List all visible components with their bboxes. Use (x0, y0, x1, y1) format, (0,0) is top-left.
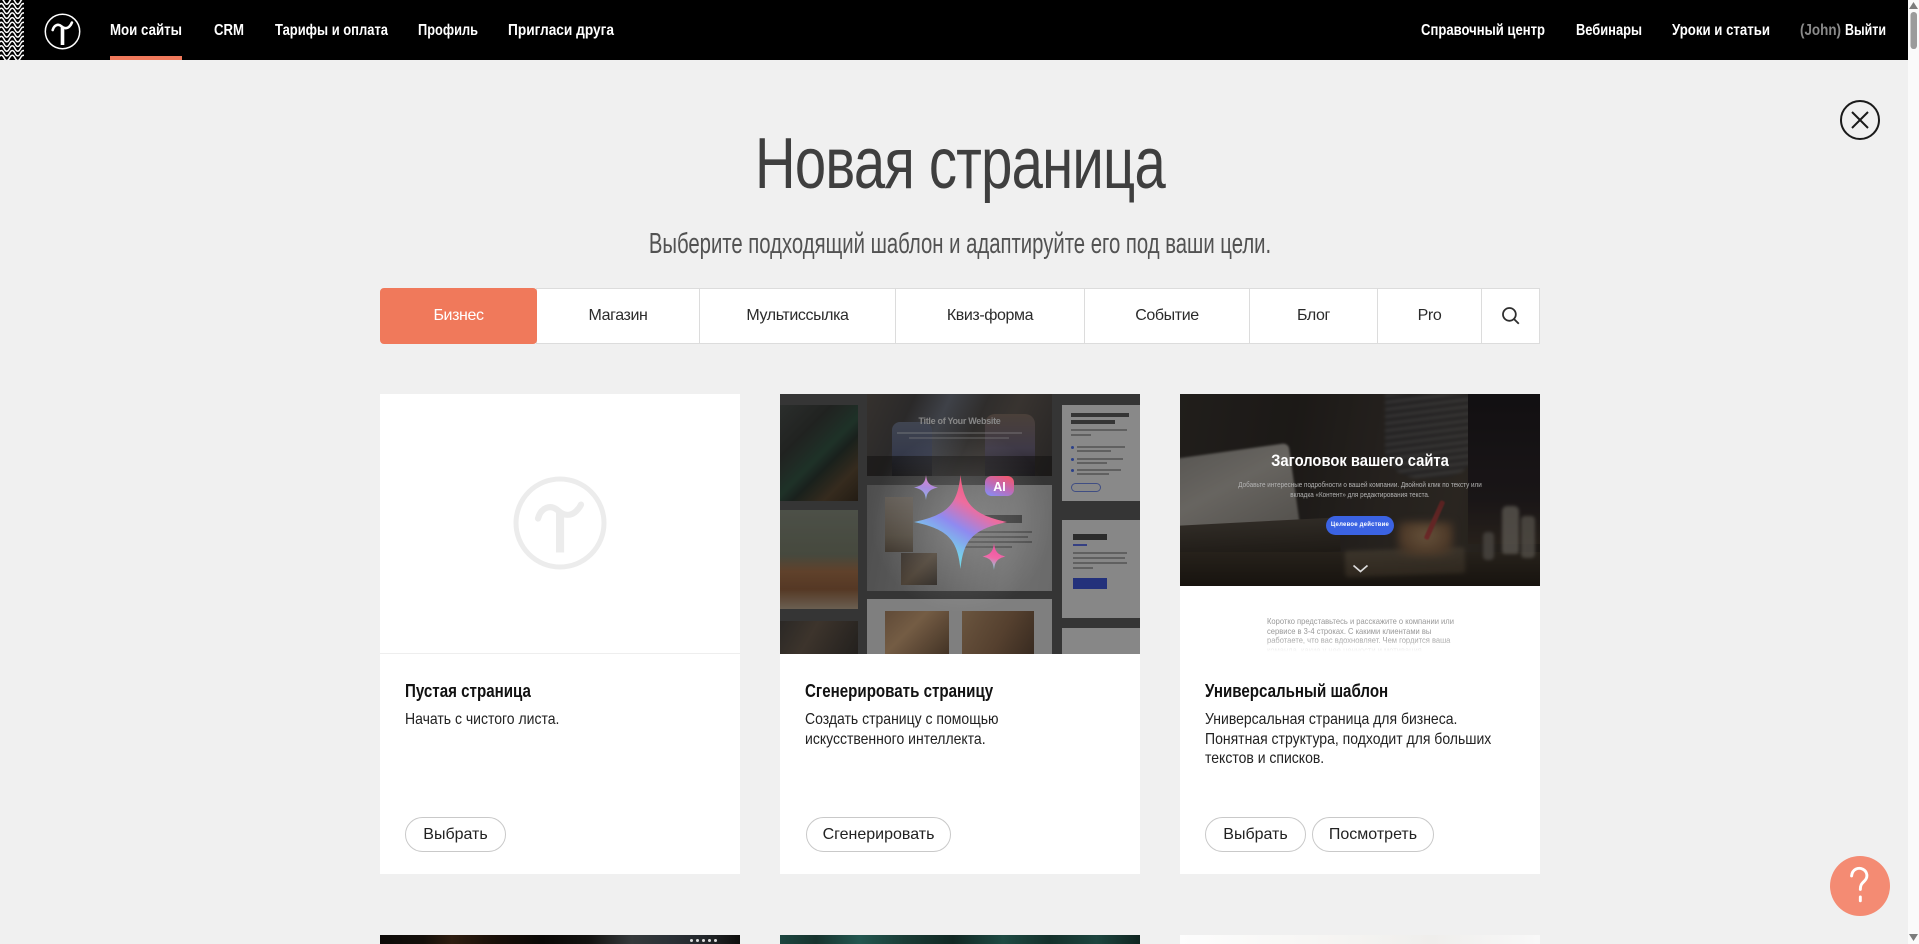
svg-text:AI: AI (993, 480, 1006, 494)
